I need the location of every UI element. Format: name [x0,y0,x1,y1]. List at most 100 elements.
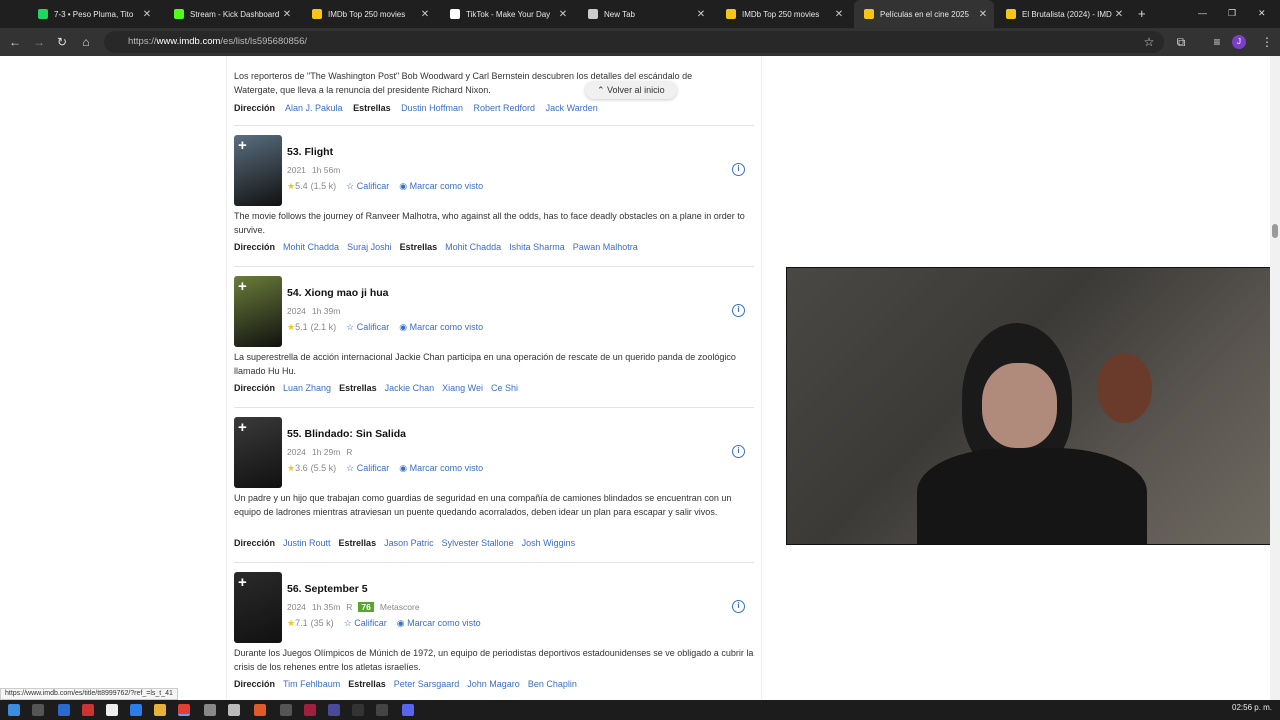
star-link[interactable]: Jackie Chan [385,383,435,393]
extensions-icon[interactable]: ⧉ [1172,33,1190,51]
folder-icon[interactable] [154,704,166,716]
star-link[interactable]: Ishita Sharma [509,242,565,252]
scrollbar-thumb[interactable] [1272,224,1278,238]
browser-tab[interactable]: IMDb Top 250 movies ✕ [302,0,436,28]
close-tab-icon[interactable]: ✕ [556,9,570,20]
rate-button[interactable]: ☆ Calificar [346,181,389,191]
movie-title[interactable]: 55. Blindado: Sin Salida [287,428,406,440]
director-link[interactable]: Luan Zhang [283,383,331,393]
browser-tab[interactable]: El Brutalista (2024) - IMDb ✕ [996,0,1130,28]
app-icon[interactable] [304,704,316,716]
close-tab-icon[interactable]: ✕ [832,9,846,20]
new-tab-button[interactable]: + [1138,6,1146,21]
browser-tab[interactable]: Stream - Kick Dashboard ✕ [164,0,298,28]
discord-icon[interactable] [402,704,414,716]
rate-button[interactable]: ☆ Calificar [344,618,387,628]
add-to-watchlist-icon[interactable]: + [238,137,247,154]
bookmark-star-icon[interactable]: ☆ [1140,33,1158,51]
star-link[interactable]: Ce Shi [491,383,518,393]
browser-tab[interactable]: TikTok - Make Your Day ✕ [440,0,574,28]
director-link[interactable]: Mohit Chadda [283,242,339,252]
star-link[interactable]: Dustin Hoffman [401,103,463,113]
edge-icon[interactable] [130,704,142,716]
director-link[interactable]: Alan J. Pakula [285,103,343,113]
direction-label: Dirección [234,383,276,393]
movie-poster[interactable]: + [234,417,282,488]
app-icon[interactable] [204,704,216,716]
rate-button[interactable]: ☆ Calificar [346,463,389,473]
mark-watched-button[interactable]: ◉ Marcar como visto [399,181,483,191]
close-tab-icon[interactable]: ✕ [976,9,990,20]
file-icon[interactable] [106,704,118,716]
info-icon[interactable]: i [732,304,745,317]
star-link[interactable]: Mohit Chadda [445,242,501,252]
media-icon[interactable]: ≡ [1208,33,1226,51]
close-tab-icon[interactable]: ✕ [418,9,432,20]
close-tab-icon[interactable]: ✕ [280,9,294,20]
steam-icon[interactable] [58,704,70,716]
browser-tab[interactable]: Películas en el cine 2025 ✕ [854,0,994,28]
star-link[interactable]: Robert Redford [474,103,536,113]
movie-title[interactable]: 53. Flight [287,146,333,158]
star-link[interactable]: John Magaro [467,679,520,689]
divider [234,407,754,408]
back-to-top-button[interactable]: ⌃ Volver al inicio [585,81,677,99]
movie-poster[interactable]: + [234,276,282,347]
info-icon[interactable]: i [732,445,745,458]
movie-poster[interactable]: + [234,135,282,206]
movie-year: 2024 [287,602,306,612]
add-to-watchlist-icon[interactable]: + [238,278,247,295]
add-to-watchlist-icon[interactable]: + [238,419,247,436]
director-link[interactable]: Tim Fehlbaum [283,679,340,689]
menu-icon[interactable]: ⋮ [1258,33,1276,51]
star-link[interactable]: Josh Wiggins [522,538,576,548]
obs-icon[interactable] [352,704,364,716]
info-icon[interactable]: i [732,600,745,613]
star-link[interactable]: Peter Sarsgaard [394,679,460,689]
star-link[interactable]: Jack Warden [546,103,598,113]
browser-tab[interactable]: New Tab ✕ [578,0,712,28]
close-tab-icon[interactable]: ✕ [694,9,708,20]
info-icon[interactable]: i [732,163,745,176]
movie-title[interactable]: 56. September 5 [287,583,368,595]
close-tab-icon[interactable]: ✕ [1112,9,1126,20]
app-icon[interactable] [280,704,292,716]
url-input[interactable]: https://www.imdb.com/es/list/ls595680856… [104,31,1164,53]
add-to-watchlist-icon[interactable]: + [238,574,247,591]
director-link[interactable]: Suraj Joshi [347,242,392,252]
app-icon[interactable] [254,704,266,716]
mark-watched-button[interactable]: ◉ Marcar como visto [399,463,483,473]
app-icon[interactable] [328,704,340,716]
close-tab-icon[interactable]: ✕ [140,9,154,20]
director-link[interactable]: Justin Routt [283,538,331,548]
maximize-icon[interactable]: ❐ [1228,8,1236,19]
star-link[interactable]: Xiang Wei [442,383,483,393]
search-icon[interactable] [32,704,44,716]
scrollbar[interactable] [1270,56,1280,700]
stars-label: Estrellas [339,383,377,393]
home-icon[interactable]: ⌂ [77,33,95,51]
app-icon[interactable] [82,704,94,716]
browser-tab[interactable]: 7-3 • Peso Pluma, Tito ✕ [28,0,158,28]
rate-button[interactable]: ☆ Calificar [346,322,389,332]
app-icon[interactable] [376,704,388,716]
minimize-icon[interactable]: — [1198,8,1207,18]
mark-watched-button[interactable]: ◉ Marcar como visto [397,618,481,628]
tab-favicon-icon [864,9,874,19]
forward-icon[interactable]: → [30,33,48,51]
movie-title[interactable]: 54. Xiong mao ji hua [287,287,389,299]
app-icon[interactable] [228,704,240,716]
reload-icon[interactable]: ↻ [53,33,71,51]
mark-watched-button[interactable]: ◉ Marcar como visto [399,322,483,332]
start-icon[interactable] [8,704,20,716]
star-link[interactable]: Pawan Malhotra [573,242,638,252]
profile-avatar[interactable]: J [1232,35,1246,49]
chrome-icon[interactable] [178,704,190,716]
close-window-icon[interactable]: ✕ [1258,8,1266,19]
star-link[interactable]: Sylvester Stallone [442,538,514,548]
star-link[interactable]: Jason Patric [384,538,434,548]
star-link[interactable]: Ben Chaplin [528,679,577,689]
back-icon[interactable]: ← [6,33,24,51]
browser-tab[interactable]: IMDb Top 250 movies ✕ [716,0,850,28]
movie-poster[interactable]: + [234,572,282,643]
